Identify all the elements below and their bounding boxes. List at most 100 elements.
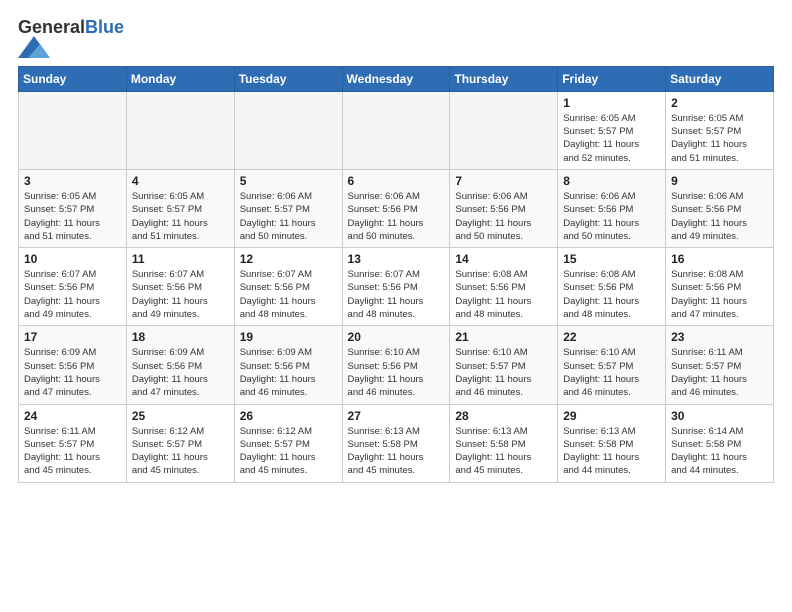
calendar-week-5: 24 Sunrise: 6:11 AMSunset: 5:57 PMDayligh… — [19, 404, 774, 482]
calendar-cell: 12 Sunrise: 6:07 AMSunset: 5:56 PMDayligh… — [234, 248, 342, 326]
day-number: 9 — [671, 174, 768, 188]
calendar-cell: 4Sunrise: 6:05 AMSunset: 5:57 PMDaylight… — [126, 169, 234, 247]
day-number: 1 — [563, 96, 660, 110]
day-info: Sunrise: 6:06 AMSunset: 5:56 PMDaylight:… — [455, 190, 552, 243]
weekday-header-friday: Friday — [558, 66, 666, 91]
calendar-cell: 13 Sunrise: 6:07 AMSunset: 5:56 PMDayligh… — [342, 248, 450, 326]
day-number: 15 — [563, 252, 660, 266]
day-number: 7 — [455, 174, 552, 188]
day-info: Sunrise: 6:11 AMSunset: 5:57 PMDaylight:… — [671, 346, 768, 399]
day-info: Sunrise: 6:07 AMSunset: 5:56 PMDaylight:… — [348, 268, 445, 321]
day-info: Sunrise: 6:06 AMSunset: 5:56 PMDaylight:… — [563, 190, 660, 243]
calendar-cell: 1 Sunrise: 6:05 AMSunset: 5:57 PMDaylight… — [558, 91, 666, 169]
day-number: 20 — [348, 330, 445, 344]
day-number: 4 — [132, 174, 229, 188]
day-info: Sunrise: 6:12 AMSunset: 5:57 PMDaylight:… — [240, 425, 337, 478]
day-info: Sunrise: 6:09 AMSunset: 5:56 PMDaylight:… — [132, 346, 229, 399]
day-info: Sunrise: 6:11 AMSunset: 5:57 PMDaylight:… — [24, 425, 121, 478]
day-info: Sunrise: 6:08 AMSunset: 5:56 PMDaylight:… — [671, 268, 768, 321]
day-number: 14 — [455, 252, 552, 266]
day-number: 2 — [671, 96, 768, 110]
calendar-cell: 22 Sunrise: 6:10 AMSunset: 5:57 PMDayligh… — [558, 326, 666, 404]
day-info: Sunrise: 6:07 AMSunset: 5:56 PMDaylight:… — [240, 268, 337, 321]
day-info: Sunrise: 6:13 AMSunset: 5:58 PMDaylight:… — [348, 425, 445, 478]
day-number: 13 — [348, 252, 445, 266]
calendar-cell — [126, 91, 234, 169]
day-info: Sunrise: 6:13 AMSunset: 5:58 PMDaylight:… — [455, 425, 552, 478]
weekday-header-monday: Monday — [126, 66, 234, 91]
logo-icon — [18, 36, 50, 58]
calendar-cell: 14 Sunrise: 6:08 AMSunset: 5:56 PMDayligh… — [450, 248, 558, 326]
weekday-header-tuesday: Tuesday — [234, 66, 342, 91]
day-info: Sunrise: 6:09 AMSunset: 5:56 PMDaylight:… — [24, 346, 121, 399]
weekday-header-sunday: Sunday — [19, 66, 127, 91]
calendar-cell: 27 Sunrise: 6:13 AMSunset: 5:58 PMDayligh… — [342, 404, 450, 482]
day-info: Sunrise: 6:10 AMSunset: 5:57 PMDaylight:… — [455, 346, 552, 399]
calendar-cell: 21Sunrise: 6:10 AMSunset: 5:57 PMDayligh… — [450, 326, 558, 404]
day-number: 16 — [671, 252, 768, 266]
day-info: Sunrise: 6:07 AMSunset: 5:56 PMDaylight:… — [24, 268, 121, 321]
day-number: 11 — [132, 252, 229, 266]
calendar-cell: 18 Sunrise: 6:09 AMSunset: 5:56 PMDayligh… — [126, 326, 234, 404]
day-number: 22 — [563, 330, 660, 344]
day-info: Sunrise: 6:08 AMSunset: 5:56 PMDaylight:… — [455, 268, 552, 321]
day-info: Sunrise: 6:06 AMSunset: 5:56 PMDaylight:… — [671, 190, 768, 243]
calendar-week-1: 1 Sunrise: 6:05 AMSunset: 5:57 PMDaylight… — [19, 91, 774, 169]
weekday-header-saturday: Saturday — [666, 66, 774, 91]
day-info: Sunrise: 6:10 AMSunset: 5:57 PMDaylight:… — [563, 346, 660, 399]
day-number: 29 — [563, 409, 660, 423]
logo: GeneralBlue — [18, 18, 124, 58]
calendar-cell — [342, 91, 450, 169]
calendar-week-4: 17 Sunrise: 6:09 AMSunset: 5:56 PMDayligh… — [19, 326, 774, 404]
calendar-cell: 11Sunrise: 6:07 AMSunset: 5:56 PMDayligh… — [126, 248, 234, 326]
day-info: Sunrise: 6:06 AMSunset: 5:57 PMDaylight:… — [240, 190, 337, 243]
calendar-cell: 24 Sunrise: 6:11 AMSunset: 5:57 PMDayligh… — [19, 404, 127, 482]
calendar-week-2: 3Sunrise: 6:05 AMSunset: 5:57 PMDaylight… — [19, 169, 774, 247]
calendar-table: SundayMondayTuesdayWednesdayThursdayFrid… — [18, 66, 774, 483]
day-info: Sunrise: 6:10 AMSunset: 5:56 PMDaylight:… — [348, 346, 445, 399]
day-info: Sunrise: 6:06 AMSunset: 5:56 PMDaylight:… — [348, 190, 445, 243]
calendar-cell: 29Sunrise: 6:13 AMSunset: 5:58 PMDayligh… — [558, 404, 666, 482]
calendar-cell: 23 Sunrise: 6:11 AMSunset: 5:57 PMDayligh… — [666, 326, 774, 404]
calendar-cell: 26 Sunrise: 6:12 AMSunset: 5:57 PMDayligh… — [234, 404, 342, 482]
calendar-cell — [234, 91, 342, 169]
page: GeneralBlue SundayMondayTuesdayWednesday… — [0, 0, 792, 495]
logo-blue-text: Blue — [85, 17, 124, 37]
weekday-header-wednesday: Wednesday — [342, 66, 450, 91]
day-info: Sunrise: 6:08 AMSunset: 5:56 PMDaylight:… — [563, 268, 660, 321]
calendar-cell: 3Sunrise: 6:05 AMSunset: 5:57 PMDaylight… — [19, 169, 127, 247]
calendar-cell — [19, 91, 127, 169]
day-number: 25 — [132, 409, 229, 423]
day-number: 12 — [240, 252, 337, 266]
day-number: 28 — [455, 409, 552, 423]
calendar-cell: 9 Sunrise: 6:06 AMSunset: 5:56 PMDaylight… — [666, 169, 774, 247]
calendar-cell: 19Sunrise: 6:09 AMSunset: 5:56 PMDayligh… — [234, 326, 342, 404]
day-info: Sunrise: 6:09 AMSunset: 5:56 PMDaylight:… — [240, 346, 337, 399]
logo-general-text: General — [18, 17, 85, 37]
day-number: 26 — [240, 409, 337, 423]
day-number: 5 — [240, 174, 337, 188]
calendar-cell: 10 Sunrise: 6:07 AMSunset: 5:56 PMDayligh… — [19, 248, 127, 326]
calendar-cell: 2 Sunrise: 6:05 AMSunset: 5:57 PMDaylight… — [666, 91, 774, 169]
day-number: 27 — [348, 409, 445, 423]
calendar-cell: 8 Sunrise: 6:06 AMSunset: 5:56 PMDaylight… — [558, 169, 666, 247]
day-info: Sunrise: 6:05 AMSunset: 5:57 PMDaylight:… — [563, 112, 660, 165]
day-number: 3 — [24, 174, 121, 188]
day-number: 8 — [563, 174, 660, 188]
day-info: Sunrise: 6:14 AMSunset: 5:58 PMDaylight:… — [671, 425, 768, 478]
day-number: 10 — [24, 252, 121, 266]
day-number: 17 — [24, 330, 121, 344]
calendar-cell: 25 Sunrise: 6:12 AMSunset: 5:57 PMDayligh… — [126, 404, 234, 482]
calendar-cell: 17 Sunrise: 6:09 AMSunset: 5:56 PMDayligh… — [19, 326, 127, 404]
day-number: 23 — [671, 330, 768, 344]
calendar-cell: 6Sunrise: 6:06 AMSunset: 5:56 PMDaylight… — [342, 169, 450, 247]
day-number: 24 — [24, 409, 121, 423]
day-number: 18 — [132, 330, 229, 344]
calendar-cell: 28 Sunrise: 6:13 AMSunset: 5:58 PMDayligh… — [450, 404, 558, 482]
day-info: Sunrise: 6:05 AMSunset: 5:57 PMDaylight:… — [671, 112, 768, 165]
day-info: Sunrise: 6:12 AMSunset: 5:57 PMDaylight:… — [132, 425, 229, 478]
calendar-cell: 5 Sunrise: 6:06 AMSunset: 5:57 PMDaylight… — [234, 169, 342, 247]
calendar-cell: 20 Sunrise: 6:10 AMSunset: 5:56 PMDayligh… — [342, 326, 450, 404]
calendar-cell: 15 Sunrise: 6:08 AMSunset: 5:56 PMDayligh… — [558, 248, 666, 326]
calendar-cell — [450, 91, 558, 169]
